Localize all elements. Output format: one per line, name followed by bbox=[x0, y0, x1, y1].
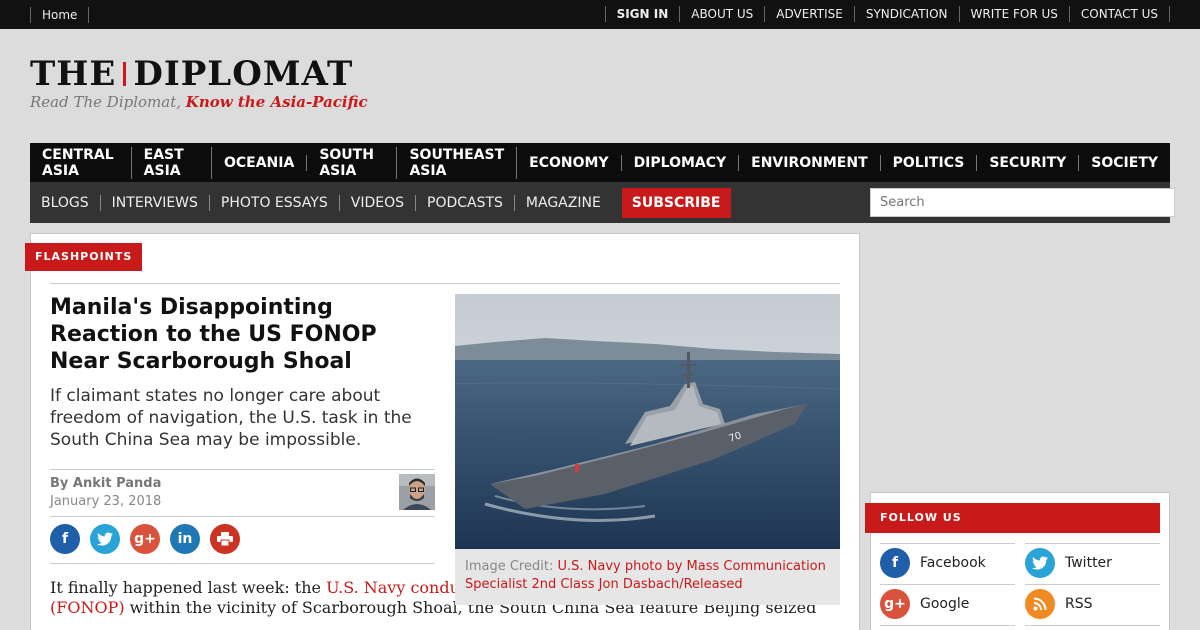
nav-environment[interactable]: ENVIRONMENT bbox=[739, 154, 881, 171]
sign-in-link[interactable]: SIGN IN bbox=[604, 6, 680, 22]
caption-prefix: Image Credit: bbox=[465, 559, 554, 574]
follow-twitter[interactable]: Twitter bbox=[1025, 548, 1112, 578]
follow-google[interactable]: g+ Google bbox=[880, 589, 969, 619]
divider bbox=[1025, 584, 1160, 585]
google-plus-icon: g+ bbox=[880, 589, 910, 619]
divider bbox=[50, 516, 435, 517]
linkedin-share-icon[interactable]: in bbox=[170, 524, 200, 554]
follow-facebook[interactable]: f Facebook bbox=[880, 548, 986, 578]
tagline-plain: Read The Diplomat, bbox=[30, 93, 182, 111]
twitter-bird-glyph bbox=[1032, 556, 1048, 570]
follow-rss[interactable]: RSS bbox=[1025, 589, 1093, 619]
twitter-icon bbox=[1025, 548, 1055, 578]
advertise-link[interactable]: ADVERTISE bbox=[764, 6, 854, 22]
subscribe-button[interactable]: SUBSCRIBE bbox=[621, 187, 731, 218]
follow-twitter-label: Twitter bbox=[1065, 555, 1112, 571]
logo-diplomat: DIPLOMAT bbox=[133, 54, 354, 94]
nav-magazine[interactable]: MAGAZINE bbox=[515, 195, 612, 211]
home-link[interactable]: Home bbox=[30, 7, 90, 23]
rss-glyph bbox=[1033, 597, 1047, 611]
logo-the: THE bbox=[30, 54, 117, 94]
nav-diplomacy[interactable]: DIPLOMACY bbox=[622, 154, 740, 171]
google-plus-share-icon[interactable]: g+ bbox=[130, 524, 160, 554]
nav-society[interactable]: SOCIETY bbox=[1079, 155, 1170, 171]
nav-videos[interactable]: VIDEOS bbox=[340, 194, 416, 211]
nav-southeast-asia[interactable]: SOUTHEAST ASIA bbox=[397, 146, 518, 179]
nav-east-asia[interactable]: EAST ASIA bbox=[132, 146, 212, 179]
nav-blogs[interactable]: BLOGS bbox=[30, 194, 101, 211]
nav-podcasts[interactable]: PODCASTS bbox=[416, 194, 515, 211]
facebook-icon: f bbox=[880, 548, 910, 578]
rss-icon bbox=[1025, 589, 1055, 619]
nav-economy[interactable]: ECONOMY bbox=[517, 154, 622, 171]
divider bbox=[880, 584, 1015, 585]
tagline-bold: Know the Asia-Pacific bbox=[185, 93, 368, 111]
printer-glyph bbox=[217, 532, 233, 546]
divider bbox=[880, 543, 1015, 544]
divider bbox=[880, 625, 1015, 626]
contact-us-link[interactable]: CONTACT US bbox=[1068, 6, 1170, 22]
article-date: January 23, 2018 bbox=[50, 494, 162, 509]
facebook-share-icon[interactable]: f bbox=[50, 524, 80, 554]
primary-nav: CENTRAL ASIA EAST ASIA OCEANIA SOUTH ASI… bbox=[30, 143, 1170, 182]
nav-politics[interactable]: POLITICS bbox=[881, 154, 978, 171]
logo-wordmark[interactable]: THE DIPLOMAT bbox=[30, 57, 368, 91]
logo-divider bbox=[123, 62, 127, 86]
follow-google-label: Google bbox=[920, 596, 970, 612]
print-icon[interactable] bbox=[210, 524, 240, 554]
syndication-link[interactable]: SYNDICATION bbox=[853, 6, 959, 22]
share-buttons: f g+ in bbox=[50, 524, 240, 554]
logo-tagline: Read The Diplomat, Know the Asia-Pacific bbox=[30, 93, 368, 111]
author-avatar[interactable] bbox=[399, 474, 435, 510]
write-for-us-link[interactable]: WRITE FOR US bbox=[958, 6, 1069, 22]
article-title: Manila's Disappointing Reaction to the U… bbox=[50, 295, 377, 374]
nav-interviews[interactable]: INTERVIEWS bbox=[101, 194, 210, 211]
section-ribbon[interactable]: FLASHPOINTS bbox=[25, 243, 143, 271]
divider bbox=[50, 469, 435, 470]
search-input[interactable] bbox=[870, 188, 1175, 217]
image-caption: Image Credit: U.S. Navy photo by Mass Co… bbox=[455, 549, 840, 605]
divider bbox=[50, 283, 840, 284]
follow-facebook-label: Facebook bbox=[920, 555, 986, 571]
article-dek: If claimant states no longer care about … bbox=[50, 386, 412, 450]
nav-photo-essays[interactable]: PHOTO ESSAYS bbox=[210, 194, 340, 211]
destroyer-photo: 70 bbox=[455, 294, 840, 549]
nav-oceania[interactable]: OCEANIA bbox=[212, 154, 308, 171]
about-us-link[interactable]: ABOUT US bbox=[679, 6, 764, 22]
site-logo[interactable]: THE DIPLOMAT Read The Diplomat, Know the … bbox=[30, 57, 368, 111]
follow-rss-label: RSS bbox=[1065, 596, 1093, 612]
divider bbox=[50, 563, 435, 564]
divider bbox=[1025, 625, 1160, 626]
twitter-share-icon[interactable] bbox=[90, 524, 120, 554]
top-utility-bar: Home SIGN IN ABOUT US ADVERTISE SYNDICAT… bbox=[0, 0, 1200, 29]
author-avatar-image bbox=[399, 474, 435, 510]
follow-us-heading: FOLLOW US bbox=[865, 503, 1160, 533]
article-image[interactable]: 70 bbox=[455, 294, 840, 549]
nav-south-asia[interactable]: SOUTH ASIA bbox=[307, 146, 398, 179]
divider bbox=[1025, 543, 1160, 544]
nav-central-asia[interactable]: CENTRAL ASIA bbox=[30, 146, 132, 179]
utility-links: SIGN IN ABOUT US ADVERTISE SYNDICATION W… bbox=[604, 6, 1170, 22]
nav-security[interactable]: SECURITY bbox=[977, 154, 1080, 171]
twitter-bird-icon bbox=[97, 532, 113, 546]
body-text-start: It finally happened last week: the bbox=[50, 578, 327, 597]
article-author[interactable]: By Ankit Panda bbox=[50, 476, 161, 491]
